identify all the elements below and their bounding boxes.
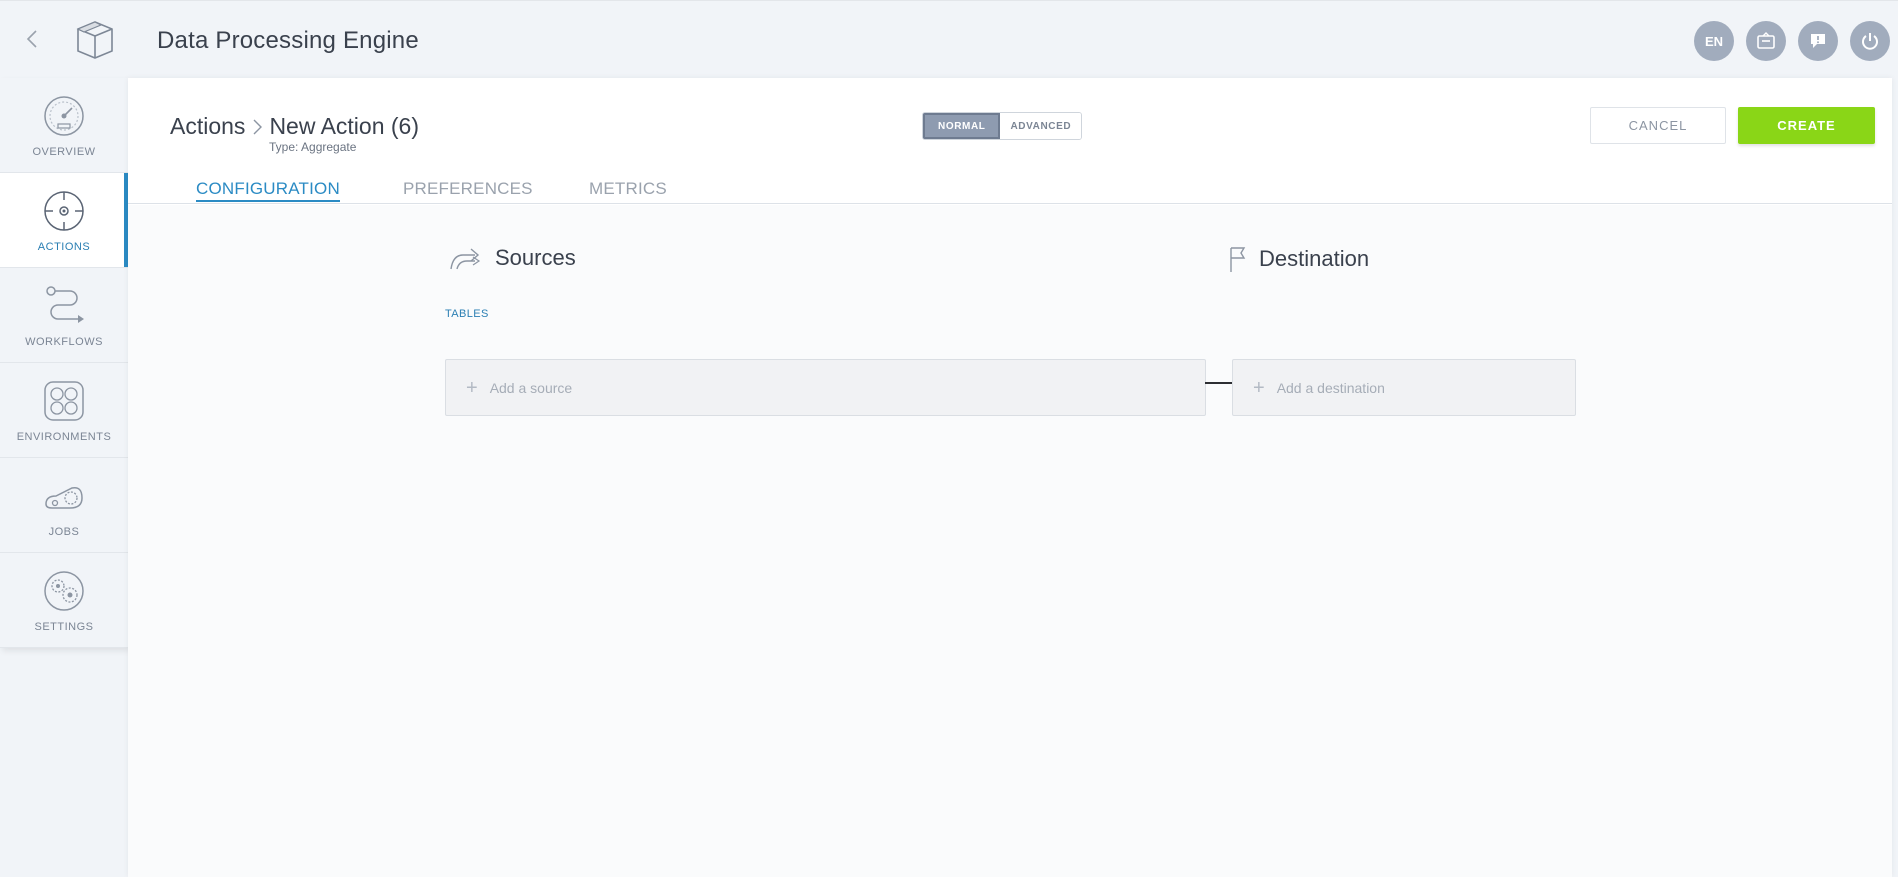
chevron-left-icon — [26, 30, 37, 48]
sidebar-item-label: SETTINGS — [34, 621, 94, 633]
tab-preferences[interactable]: PREFERENCES — [403, 179, 589, 204]
gears-icon — [44, 571, 84, 611]
back-button[interactable] — [18, 25, 46, 53]
destination-title: Destination — [1259, 246, 1370, 271]
power-button[interactable] — [1850, 21, 1890, 61]
connector-line — [1205, 382, 1233, 384]
add-destination-text: Add a destination — [1276, 379, 1385, 396]
tables-label: TABLES — [445, 308, 489, 320]
top-bar: Data Processing Engine EN — [0, 0, 1898, 78]
action-type-label: Type: Aggregate — [269, 140, 357, 154]
action-header: Actions New Action (6) Type: Aggregate N… — [128, 78, 1892, 204]
create-button[interactable]: CREATE — [1738, 107, 1875, 144]
mode-advanced-option[interactable]: ADVANCED — [1000, 113, 1082, 139]
chevron-right-icon — [251, 118, 263, 136]
sidebar-item-label: WORKFLOWS — [25, 336, 103, 348]
workflow-icon — [46, 286, 84, 323]
add-source-box[interactable]: + Add a source — [445, 359, 1233, 416]
power-icon — [1862, 33, 1878, 50]
add-source-text: Add a source — [489, 379, 573, 396]
sidebar-item-actions[interactable]: ACTIONS — [0, 173, 128, 268]
sidebar-item-settings[interactable]: SETTINGS — [0, 553, 128, 648]
app-title: Data Processing Engine — [157, 27, 419, 54]
add-destination-box[interactable]: + Add a destination — [1232, 359, 1576, 416]
plus-icon: + — [1253, 376, 1265, 399]
sidebar-item-label: OVERVIEW — [32, 146, 96, 158]
sources-title: Sources — [495, 245, 576, 270]
sidebar-item-workflows[interactable]: WORKFLOWS — [0, 268, 128, 363]
main-panel: Actions New Action (6) Type: Aggregate N… — [128, 78, 1892, 877]
tab-label: METRICS — [589, 179, 667, 198]
news-icon — [1757, 32, 1775, 49]
sidebar-item-label: JOBS — [48, 526, 80, 538]
plus-icon: + — [466, 376, 478, 399]
breadcrumb-current: New Action (6) — [269, 113, 419, 139]
tab-configuration[interactable]: CONFIGURATION — [196, 179, 403, 204]
target-icon — [44, 191, 84, 231]
flag-icon — [1230, 247, 1246, 272]
configuration-content: Sources Destination TABLES + Add a sourc… — [128, 205, 1892, 877]
sidebar-item-jobs[interactable]: JOBS — [0, 458, 128, 553]
sidebar-item-label: ENVIRONMENTS — [16, 431, 112, 443]
tab-metrics[interactable]: METRICS — [589, 179, 667, 204]
breadcrumb-root[interactable]: Actions — [170, 113, 245, 140]
cancel-button[interactable]: CANCEL — [1590, 107, 1726, 144]
sources-icon — [450, 248, 481, 270]
jobs-icon — [45, 486, 83, 509]
language-button[interactable]: EN — [1694, 21, 1734, 61]
sources-heading: Sources — [449, 245, 576, 271]
sidebar-item-label: ACTIONS — [37, 241, 91, 253]
tab-bar: CONFIGURATION PREFERENCES METRICS — [196, 179, 667, 204]
destination-heading: Destination — [1227, 245, 1369, 273]
sidebar: OVERVIEW ACTIONS WORKFLOWS ENVIRONMENTS … — [0, 78, 128, 648]
mode-toggle: NORMAL ADVANCED — [922, 112, 1083, 140]
speedometer-icon — [44, 96, 84, 136]
breadcrumb: Actions New Action (6) — [170, 113, 419, 140]
feedback-icon — [1811, 34, 1825, 48]
news-button[interactable] — [1746, 21, 1786, 61]
tab-label: CONFIGURATION — [196, 179, 340, 202]
tab-label: PREFERENCES — [403, 179, 533, 198]
sidebar-item-overview[interactable]: OVERVIEW — [0, 78, 128, 173]
top-icon-group: EN — [1694, 21, 1890, 61]
feedback-button[interactable] — [1798, 21, 1838, 61]
box-logo-icon — [76, 21, 113, 59]
network-icon — [44, 381, 84, 421]
sidebar-item-environments[interactable]: ENVIRONMENTS — [0, 363, 128, 458]
mode-normal-option[interactable]: NORMAL — [923, 113, 1001, 139]
